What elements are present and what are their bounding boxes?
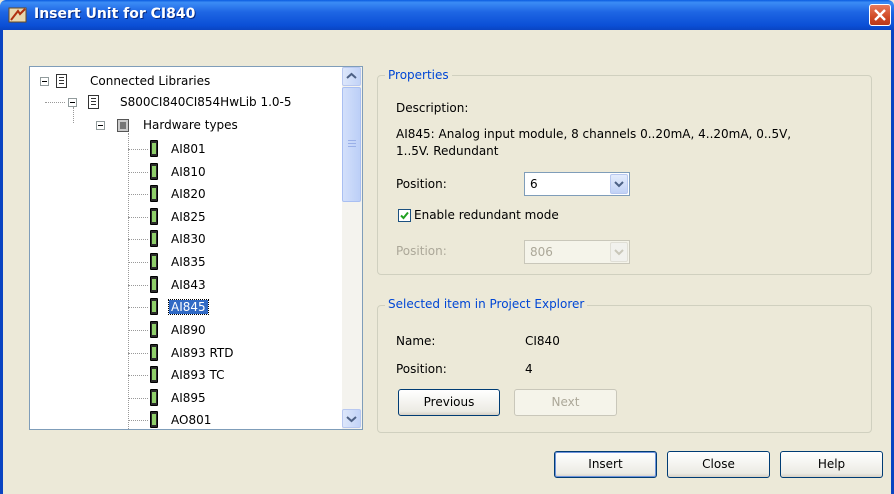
hardware-folder-icon bbox=[117, 119, 129, 132]
insert-button[interactable]: Insert bbox=[554, 451, 657, 478]
scroll-down-button[interactable] bbox=[342, 409, 361, 428]
tree-item-label: AI895 bbox=[171, 391, 206, 405]
chevron-down-icon bbox=[614, 249, 624, 256]
tree-item-ai895[interactable]: AI895 bbox=[171, 388, 206, 408]
tree-item-label: AI835 bbox=[171, 255, 206, 269]
tree-item-ai810[interactable]: AI810 bbox=[171, 162, 206, 182]
tree-item-label: AI893 TC bbox=[171, 368, 225, 382]
module-icon bbox=[150, 185, 158, 202]
tree-item-ai825[interactable]: AI825 bbox=[171, 207, 206, 227]
abb-tool-icon bbox=[8, 7, 27, 23]
tree-item-label-selected: AI845 bbox=[168, 299, 209, 315]
module-icon bbox=[150, 140, 158, 157]
position-select-value: 6 bbox=[530, 177, 538, 191]
previous-button[interactable]: Previous bbox=[398, 389, 500, 416]
module-icon bbox=[150, 411, 158, 428]
item-position-label: Position: bbox=[396, 362, 447, 376]
tree-item-label: AI843 bbox=[171, 278, 206, 292]
position-select[interactable]: 6 bbox=[524, 172, 630, 196]
description-text-line2: 1..5V. Redundant bbox=[396, 144, 499, 158]
tree-item-ao801[interactable]: AO801 bbox=[171, 410, 212, 429]
module-icon bbox=[150, 276, 158, 293]
tree-node-label: Connected Libraries bbox=[90, 74, 211, 88]
tree-scrollbar[interactable] bbox=[342, 67, 362, 429]
position-dropdown-button[interactable] bbox=[610, 174, 628, 194]
module-icon bbox=[150, 163, 158, 180]
redundant-mode-checkbox[interactable] bbox=[398, 209, 411, 222]
scroll-up-button[interactable] bbox=[342, 67, 361, 86]
close-icon bbox=[874, 9, 886, 21]
item-position-value: 4 bbox=[525, 362, 533, 376]
collapse-root-icon[interactable] bbox=[40, 77, 49, 86]
chevron-down-icon bbox=[346, 416, 357, 423]
hardware-tree[interactable]: Connected Libraries S800CI840CI854HwLib … bbox=[29, 66, 363, 430]
module-icon bbox=[150, 344, 158, 361]
tree-node-hardware-types[interactable]: Hardware types bbox=[143, 115, 238, 135]
tree-item-ai843[interactable]: AI843 bbox=[171, 275, 206, 295]
name-label: Name: bbox=[396, 334, 436, 348]
scroll-thumb[interactable] bbox=[342, 87, 361, 202]
tree-item-ai893-tc[interactable]: AI893 TC bbox=[171, 365, 224, 385]
tree-item-ai890[interactable]: AI890 bbox=[171, 320, 206, 340]
module-icon bbox=[150, 253, 158, 270]
position-label: Position: bbox=[396, 177, 447, 191]
close-button[interactable]: Close bbox=[667, 451, 770, 478]
redundant-mode-label[interactable]: Enable redundant mode bbox=[414, 208, 559, 222]
tree-item-label: AO801 bbox=[171, 413, 212, 427]
tree-item-label: AI890 bbox=[171, 323, 206, 337]
module-icon bbox=[150, 321, 158, 338]
redundant-position-dropdown-button bbox=[610, 242, 628, 262]
chevron-down-icon bbox=[614, 181, 624, 188]
tree-item-ai835[interactable]: AI835 bbox=[171, 252, 206, 272]
selected-item-legend: Selected item in Project Explorer bbox=[385, 297, 588, 311]
module-icon bbox=[150, 389, 158, 406]
description-text-line1: AI845: Analog input module, 8 channels 0… bbox=[396, 127, 792, 141]
tree-item-ai820[interactable]: AI820 bbox=[171, 184, 206, 204]
tree-node-label: Hardware types bbox=[143, 118, 238, 132]
tree-item-ai845[interactable]: AI845 bbox=[168, 297, 209, 317]
checkmark-icon bbox=[400, 211, 409, 220]
window-title: Insert Unit for CI840 bbox=[34, 6, 196, 22]
help-button[interactable]: Help bbox=[780, 451, 883, 478]
name-value: CI840 bbox=[525, 334, 560, 348]
tree-node-connected-libraries[interactable]: Connected Libraries bbox=[90, 71, 210, 91]
tree-item-label: AI830 bbox=[171, 232, 206, 246]
next-button: Next bbox=[514, 389, 617, 416]
tree-item-ai830[interactable]: AI830 bbox=[171, 229, 206, 249]
redundant-position-label: Position: bbox=[396, 244, 447, 258]
collapse-library-icon[interactable] bbox=[68, 98, 77, 107]
tree-item-ai801[interactable]: AI801 bbox=[171, 139, 206, 159]
tree-node-label: S800CI840CI854HwLib 1.0-5 bbox=[120, 95, 292, 109]
properties-legend: Properties bbox=[385, 68, 452, 82]
module-icon bbox=[150, 230, 158, 247]
library-icon bbox=[88, 95, 99, 109]
tree-item-label: AI825 bbox=[171, 210, 206, 224]
title-bar: Insert Unit for CI840 bbox=[0, 0, 894, 30]
redundant-position-value: 806 bbox=[530, 245, 553, 259]
chevron-up-icon bbox=[346, 72, 357, 79]
tree-item-ai893-rtd[interactable]: AI893 RTD bbox=[171, 343, 234, 363]
tree-item-label: AI801 bbox=[171, 142, 206, 156]
tree-item-label: AI820 bbox=[171, 187, 206, 201]
libraries-icon bbox=[56, 74, 67, 88]
redundant-position-select: 806 bbox=[524, 240, 630, 264]
window-close-button[interactable] bbox=[869, 4, 891, 26]
module-icon bbox=[150, 208, 158, 225]
description-label: Description: bbox=[396, 101, 469, 115]
module-icon bbox=[150, 298, 158, 315]
collapse-folder-icon[interactable] bbox=[96, 121, 105, 130]
tree-item-label: AI810 bbox=[171, 165, 206, 179]
tree-item-label: AI893 RTD bbox=[171, 346, 234, 360]
module-icon bbox=[150, 366, 158, 383]
tree-node-library[interactable]: S800CI840CI854HwLib 1.0-5 bbox=[120, 92, 292, 112]
